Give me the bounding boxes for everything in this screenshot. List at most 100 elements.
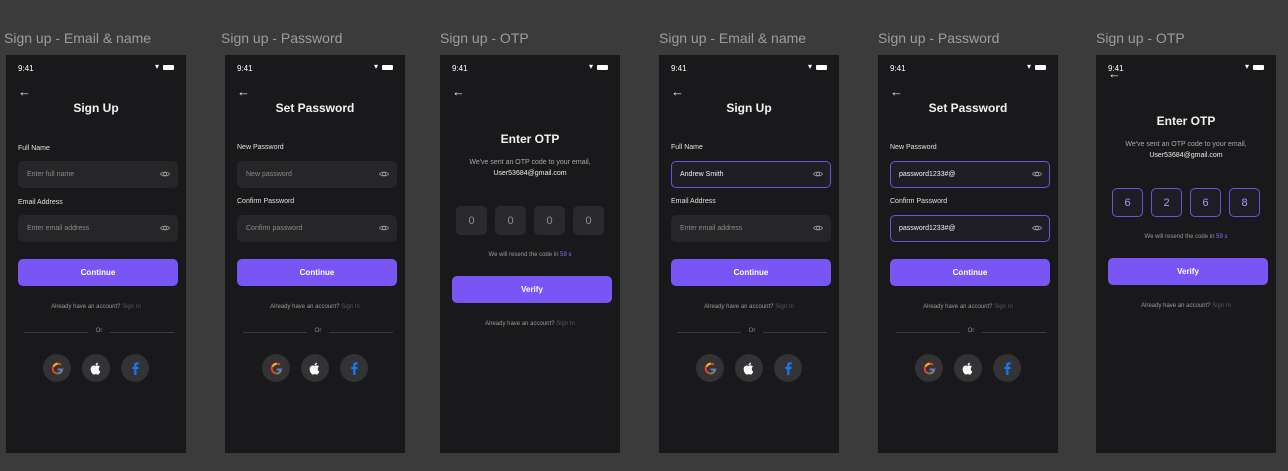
otp-digit-input[interactable]: 0	[495, 206, 526, 235]
otp-digit-input[interactable]: 6	[1112, 188, 1143, 217]
confirm-password-value: password1233#@	[899, 225, 956, 232]
facebook-icon	[350, 361, 358, 375]
otp-sent-message: We've sent an OTP code to your email, Us…	[1106, 139, 1266, 161]
already-account-text: Already have an account?	[704, 304, 774, 310]
apple-icon	[743, 362, 754, 375]
page-title: Set Password	[928, 101, 1008, 115]
back-arrow-icon[interactable]: ←	[452, 85, 465, 98]
page-title: Set Password	[275, 101, 355, 115]
status-icons: ▾	[808, 63, 827, 71]
resend-text: We will resend the code in	[488, 252, 559, 258]
facebook-button[interactable]	[340, 354, 368, 382]
google-button[interactable]	[915, 354, 943, 382]
resend-timer: We will resend the code in 59 s	[1096, 234, 1276, 240]
status-time: 9:41	[671, 64, 687, 73]
continue-button[interactable]: Continue	[237, 259, 397, 286]
email-label: Email Address	[671, 198, 716, 205]
already-account-line: Already have an account? Sign In	[878, 304, 1058, 310]
full-name-value: Andrew Smith	[680, 171, 724, 178]
sign-in-link[interactable]: Sign In	[341, 304, 360, 310]
eye-icon[interactable]	[813, 223, 823, 233]
otp-digit-input[interactable]: 8	[1229, 188, 1260, 217]
eye-icon[interactable]	[379, 169, 389, 179]
status-icons: ▾	[589, 63, 608, 71]
full-name-field[interactable]: Andrew Smith	[671, 161, 831, 188]
already-account-line: Already have an account? Sign In	[225, 304, 405, 310]
already-account-line: Already have an account? Sign In	[1096, 303, 1276, 309]
eye-icon[interactable]	[1032, 223, 1042, 233]
otp-digit-input[interactable]: 0	[573, 206, 604, 235]
confirm-password-field[interactable]: password1233#@	[890, 215, 1050, 242]
facebook-button[interactable]	[121, 354, 149, 382]
sign-in-link[interactable]: Sign In	[775, 304, 794, 310]
otp-digit-input[interactable]: 2	[1151, 188, 1182, 217]
wifi-icon: ▾	[1026, 62, 1031, 71]
wifi-icon: ▾	[373, 62, 378, 71]
email-field[interactable]: Enter email address	[671, 215, 831, 242]
full-name-field[interactable]: Enter full name	[18, 161, 178, 188]
apple-icon	[309, 362, 320, 375]
phone-screen: 9:41 ▾ ← Sign Up Full Name Enter full na…	[6, 55, 186, 453]
social-buttons	[659, 354, 839, 382]
apple-button[interactable]	[954, 354, 982, 382]
back-arrow-icon[interactable]: ←	[890, 85, 903, 98]
otp-sent-message: We've sent an OTP code to your email, Us…	[450, 157, 610, 179]
phone-screen: 9:41 ▾ ← Set Password New Password passw…	[878, 55, 1058, 453]
page-title: Enter OTP	[500, 132, 560, 146]
already-account-text: Already have an account?	[51, 304, 121, 310]
email-placeholder: Enter email address	[27, 225, 90, 232]
phone-screen: 9:41 ▾ ← Sign Up Full Name Andrew Smith …	[659, 55, 839, 453]
google-button[interactable]	[696, 354, 724, 382]
phone-screen: 9:41 ▾ ← Set Password New Password New p…	[225, 55, 405, 453]
battery-icon	[597, 64, 608, 70]
battery-icon	[1035, 64, 1046, 70]
facebook-button[interactable]	[774, 354, 802, 382]
otp-digit-input[interactable]: 0	[534, 206, 565, 235]
new-password-label: New Password	[237, 144, 284, 151]
or-divider: Or	[24, 328, 174, 336]
back-arrow-icon[interactable]: ←	[671, 85, 684, 98]
or-divider: Or	[677, 328, 827, 336]
already-account-text: Already have an account?	[923, 304, 993, 310]
email-field[interactable]: Enter email address	[18, 215, 178, 242]
sign-in-link[interactable]: Sign In	[122, 304, 141, 310]
already-account-line: Already have an account? Sign In	[659, 304, 839, 310]
continue-button[interactable]: Continue	[890, 259, 1050, 286]
social-buttons	[6, 354, 186, 382]
continue-button[interactable]: Continue	[18, 259, 178, 286]
eye-icon[interactable]	[1032, 169, 1042, 179]
frame-label: Sign up - Email & name	[4, 30, 152, 46]
facebook-button[interactable]	[993, 354, 1021, 382]
or-divider: Or	[896, 328, 1046, 336]
eye-icon[interactable]	[379, 223, 389, 233]
eye-icon[interactable]	[813, 169, 823, 179]
wifi-icon: ▾	[588, 62, 593, 71]
eye-icon[interactable]	[160, 223, 170, 233]
sign-in-link[interactable]: Sign In	[1212, 303, 1231, 309]
back-arrow-icon[interactable]: ←	[18, 85, 31, 98]
confirm-password-field[interactable]: Confirm password	[237, 215, 397, 242]
new-password-field[interactable]: New password	[237, 161, 397, 188]
confirm-password-label: Confirm Password	[890, 198, 948, 205]
email-label: Email Address	[18, 199, 63, 206]
google-button[interactable]	[262, 354, 290, 382]
or-text: Or	[95, 328, 103, 334]
google-button[interactable]	[43, 354, 71, 382]
sign-in-link[interactable]: Sign In	[556, 321, 575, 327]
wifi-icon: ▾	[807, 62, 812, 71]
sign-in-link[interactable]: Sign In	[994, 304, 1013, 310]
apple-button[interactable]	[82, 354, 110, 382]
continue-button[interactable]: Continue	[671, 259, 831, 286]
new-password-field[interactable]: password1233#@	[890, 161, 1050, 188]
back-arrow-icon[interactable]: ←	[1108, 67, 1121, 80]
otp-digit-input[interactable]: 6	[1190, 188, 1221, 217]
apple-button[interactable]	[735, 354, 763, 382]
phone-screen: 9:41 ▾ ← Enter OTP We've sent an OTP cod…	[1096, 55, 1276, 453]
eye-icon[interactable]	[160, 169, 170, 179]
otp-sent-text: We've sent an OTP code to your email,	[1125, 141, 1247, 148]
otp-digit-input[interactable]: 0	[456, 206, 487, 235]
back-arrow-icon[interactable]: ←	[237, 85, 250, 98]
apple-button[interactable]	[301, 354, 329, 382]
verify-button[interactable]: Verify	[452, 276, 612, 303]
verify-button[interactable]: Verify	[1108, 258, 1268, 285]
